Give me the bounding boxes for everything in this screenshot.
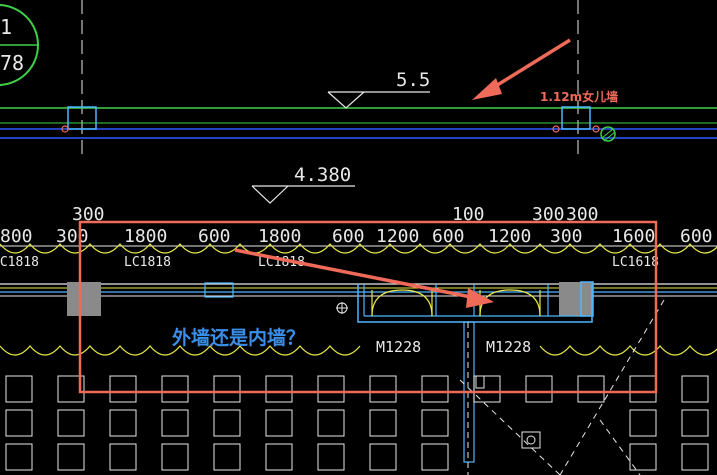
equipment-square: [473, 375, 501, 403]
cad-viewport[interactable]: 1 78 5.5 4.380 1.12m女儿墙 300 100 300 300 …: [0, 0, 717, 475]
diagonal-dashed-lines: [459, 299, 665, 475]
grid-marker-top-text: 1: [0, 15, 12, 39]
dimension-lower-1: 300: [56, 226, 89, 247]
dimension-lower-10: 1600: [612, 226, 655, 247]
window-tag-0: LC1818: [0, 255, 39, 270]
equipment-square: [213, 409, 241, 437]
equipment-square: [57, 443, 85, 471]
window-symbol-row: [0, 243, 717, 254]
equipment-square: [5, 409, 33, 437]
elevation-lower-text: 4.380: [294, 164, 351, 186]
window-tag-1: LC1818: [124, 255, 171, 270]
equipment-square: [265, 375, 293, 403]
column-left: [67, 282, 101, 316]
equipment-square: [681, 375, 709, 403]
door-tag-2: M1228: [486, 338, 531, 356]
equipment-square: [109, 443, 137, 471]
equipment-square: [421, 375, 449, 403]
equipment-square: [525, 375, 553, 403]
equipment-square: [421, 443, 449, 471]
grid-axis-marker: 1 78: [0, 4, 39, 86]
dimension-lower-2: 1800: [124, 226, 167, 247]
equipment-square: [57, 409, 85, 437]
parapet-note-text: 1.12m女儿墙: [540, 89, 618, 104]
equipment-square: [109, 409, 137, 437]
dimension-lower-11: 600: [680, 226, 713, 247]
equipment-square: [681, 443, 709, 471]
dimension-lower-6: 1200: [376, 226, 419, 247]
equipment-square: [629, 409, 657, 437]
parapet-band: [0, 106, 717, 142]
dimension-lower-7: 600: [432, 226, 465, 247]
equipment-square: [317, 375, 345, 403]
door-tag-1: M1228: [376, 338, 421, 356]
equipment-square: [577, 375, 605, 403]
elevation-upper-text: 5.5: [396, 69, 430, 91]
dimension-lower-9: 300: [550, 226, 583, 247]
equipment-square: [265, 409, 293, 437]
lower-window-symbols: [0, 345, 717, 356]
equipment-square: [5, 443, 33, 471]
equipment-square: [629, 375, 657, 403]
dimension-lower-3: 600: [198, 226, 231, 247]
dimension-row-lower: 800 300 1800 600 1800 600 1200 600 1200 300 1600 60…: [0, 226, 717, 247]
equipment-square: [213, 375, 241, 403]
equipment-square: [317, 409, 345, 437]
elevation-mark-upper: 5.5: [327, 69, 430, 109]
equipment-square: [5, 375, 33, 403]
equipment-square: [161, 443, 189, 471]
equipment-square: [369, 375, 397, 403]
question-text: 外墙还是内墙？: [172, 326, 305, 349]
equipment-square: [109, 375, 137, 403]
window-tag-3: LC1618: [612, 255, 659, 270]
floor-plan-drawing: 1 78 5.5 4.380 1.12m女儿墙 300 100 300 300 …: [0, 0, 717, 475]
column-right: [559, 282, 593, 316]
dimension-lower-4: 1800: [258, 226, 301, 247]
equipment-square: [161, 375, 189, 403]
door-openings: [336, 284, 593, 475]
equipment-square: [317, 443, 345, 471]
equipment-square: [213, 443, 241, 471]
elevation-mark-lower: 4.380: [251, 164, 355, 204]
equipment-square: [369, 409, 397, 437]
equipment-square: [369, 443, 397, 471]
equipment-square: [421, 409, 449, 437]
equipment-square: [161, 409, 189, 437]
equipment-square: [265, 443, 293, 471]
equipment-square: [681, 409, 709, 437]
dimension-lower-0: 800: [0, 226, 33, 247]
grid-marker-bottom-text: 78: [0, 51, 24, 75]
